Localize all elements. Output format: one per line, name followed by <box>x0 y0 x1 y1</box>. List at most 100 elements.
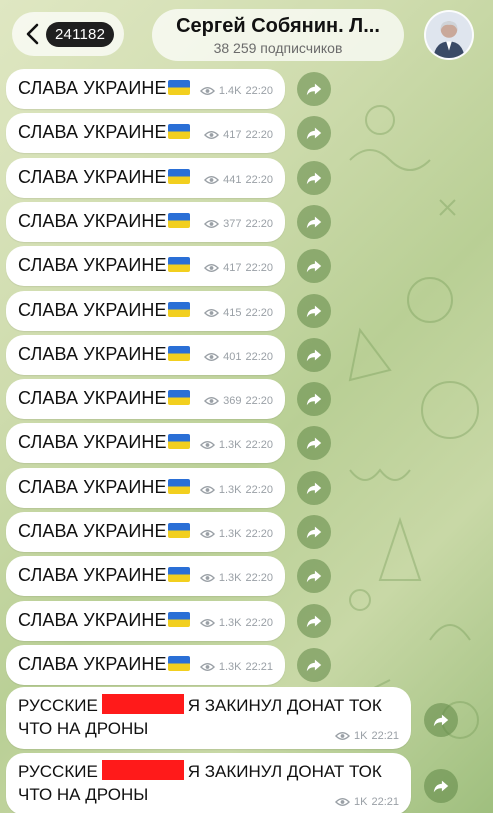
message-bubble-long[interactable]: РУССКИЕ Я ЗАКИНУЛ ДОНАТ ТОК ЧТО НА ДРОНЫ 1K… <box>6 687 411 749</box>
message-time: 22:20 <box>245 85 273 97</box>
channel-title: Сергей Собянин. Л... <box>176 15 380 37</box>
forward-button[interactable] <box>297 249 331 283</box>
message-line-1: РУССКИЕ Я ЗАКИНУЛ ДОНАТ ТОК <box>18 760 382 782</box>
forward-button[interactable] <box>297 559 331 593</box>
ukraine-flag-icon <box>167 302 190 317</box>
share-arrow-icon <box>306 659 322 672</box>
message-text: СЛАВА УКРАИНЕ <box>18 78 190 99</box>
message-bubble[interactable]: СЛАВА УКРАИНЕ 377 22:20 <box>6 202 285 242</box>
forward-button[interactable] <box>297 294 331 328</box>
message-bubble[interactable]: СЛАВА УКРАИНЕ 441 22:20 <box>6 158 285 198</box>
message-text: СЛАВА УКРАИНЕ <box>18 610 190 631</box>
eye-icon <box>335 798 350 806</box>
message-time: 22:20 <box>245 262 273 274</box>
message-bubble[interactable]: СЛАВА УКРАИНЕ 1.3K 22:20 <box>6 468 285 508</box>
message-text: СЛАВА УКРАИНЕ <box>18 167 190 188</box>
message-bubble[interactable]: СЛАВА УКРАИНЕ 1.3K 22:20 <box>6 423 285 463</box>
message-text-content: СЛАВА УКРАИНЕ <box>18 432 167 452</box>
message-text: СЛАВА УКРАИНЕ <box>18 300 190 321</box>
message-bubble-long[interactable]: РУССКИЕ Я ЗАКИНУЛ ДОНАТ ТОК ЧТО НА ДРОНЫ 1K… <box>6 753 411 813</box>
message-bubble[interactable]: СЛАВА УКРАИНЕ 401 22:20 <box>6 335 285 375</box>
message-time: 22:20 <box>245 129 273 141</box>
message-text-start: РУССКИЕ <box>18 762 98 781</box>
message-meta: 441 22:20 <box>204 174 273 186</box>
ukraine-flag-icon <box>167 346 190 361</box>
ukraine-flag-icon <box>167 80 190 95</box>
forward-button[interactable] <box>297 426 331 460</box>
message-text: СЛАВА УКРАИНЕ <box>18 388 190 409</box>
message-bubble[interactable]: СЛАВА УКРАИНЕ 369 22:20 <box>6 379 285 419</box>
message-bubble[interactable]: СЛАВА УКРАИНЕ 415 22:20 <box>6 291 285 331</box>
eye-icon <box>204 176 220 184</box>
forward-button[interactable] <box>297 338 331 372</box>
redaction-block <box>101 760 184 780</box>
message-text-content: СЛАВА УКРАИНЕ <box>18 654 167 674</box>
message-bubble[interactable]: СЛАВА УКРАИНЕ 1.3K 22:20 <box>6 512 285 552</box>
message-meta: 1.3K 22:20 <box>199 528 273 540</box>
share-arrow-icon <box>433 780 449 793</box>
message-bubble[interactable]: СЛАВА УКРАИНЕ 1.3K 22:20 <box>6 556 285 596</box>
share-arrow-icon <box>306 570 322 583</box>
message-time: 22:20 <box>245 572 273 584</box>
message-text: СЛАВА УКРАИНЕ <box>18 344 190 365</box>
view-count: 1.3K <box>218 528 242 540</box>
forward-button[interactable] <box>424 703 458 737</box>
forward-button[interactable] <box>424 769 458 803</box>
message-meta: 1K 22:21 <box>335 730 399 742</box>
eye-icon <box>204 397 220 405</box>
message-meta: 1.3K 22:20 <box>199 617 273 629</box>
message-bubble[interactable]: СЛАВА УКРАИНЕ 417 22:20 <box>6 113 285 153</box>
forward-button[interactable] <box>297 382 331 416</box>
message-text-end: Я ЗАКИНУЛ ДОНАТ ТОК <box>187 762 382 781</box>
forward-button[interactable] <box>297 161 331 195</box>
message-text-content: СЛАВА УКРАИНЕ <box>18 565 167 585</box>
message-line-1: РУССКИЕ Я ЗАКИНУЛ ДОНАТ ТОК <box>18 694 382 716</box>
share-arrow-icon <box>306 83 322 96</box>
message-time: 22:20 <box>245 439 273 451</box>
eye-icon <box>335 732 350 740</box>
view-count: 1K <box>354 796 368 808</box>
message-bubble[interactable]: СЛАВА УКРАИНЕ 1.4K 22:20 <box>6 69 285 109</box>
eye-icon <box>204 353 220 361</box>
message-text-content: СЛАВА УКРАИНЕ <box>18 167 167 187</box>
message-text-content: СЛАВА УКРАИНЕ <box>18 255 167 275</box>
share-arrow-icon <box>306 349 322 362</box>
view-count: 1K <box>354 730 368 742</box>
forward-button[interactable] <box>297 648 331 682</box>
forward-button[interactable] <box>297 515 331 549</box>
eye-icon <box>204 309 220 317</box>
message-meta: 417 22:20 <box>204 129 273 141</box>
message-text-content: СЛАВА УКРАИНЕ <box>18 477 167 497</box>
ukraine-flag-icon <box>167 213 190 228</box>
message-bubble[interactable]: СЛАВА УКРАИНЕ 417 22:20 <box>6 246 285 286</box>
back-button[interactable]: 241182 <box>12 12 124 56</box>
share-arrow-icon <box>306 127 322 140</box>
channel-info[interactable]: Сергей Собянин. Л... 38 259 подписчиков <box>152 9 404 61</box>
forward-button[interactable] <box>297 116 331 150</box>
redaction-block <box>101 694 184 714</box>
eye-icon <box>199 619 215 627</box>
message-meta: 415 22:20 <box>204 307 273 319</box>
message-bubble[interactable]: СЛАВА УКРАИНЕ 1.3K 22:20 <box>6 601 285 641</box>
message-meta: 1K 22:21 <box>335 796 399 808</box>
forward-button[interactable] <box>297 72 331 106</box>
eye-icon <box>199 441 215 449</box>
message-text-content: СЛАВА УКРАИНЕ <box>18 300 167 320</box>
channel-avatar[interactable] <box>424 10 474 60</box>
message-text-content: СЛАВА УКРАИНЕ <box>18 521 167 541</box>
message-text: СЛАВА УКРАИНЕ <box>18 211 190 232</box>
forward-button[interactable] <box>297 205 331 239</box>
message-line-2: ЧТО НА ДРОНЫ <box>18 719 149 738</box>
share-arrow-icon <box>433 714 449 727</box>
message-time: 22:20 <box>245 174 273 186</box>
message-text: СЛАВА УКРАИНЕ <box>18 432 190 453</box>
view-count: 369 <box>223 395 242 407</box>
ukraine-flag-icon <box>167 169 190 184</box>
message-text: СЛАВА УКРАИНЕ <box>18 654 190 675</box>
forward-button[interactable] <box>297 471 331 505</box>
message-text-content: СЛАВА УКРАИНЕ <box>18 388 167 408</box>
forward-button[interactable] <box>297 604 331 638</box>
message-text: СЛАВА УКРАИНЕ <box>18 477 190 498</box>
message-text-content: СЛАВА УКРАИНЕ <box>18 610 167 630</box>
message-bubble[interactable]: СЛАВА УКРАИНЕ 1.3K 22:21 <box>6 645 285 685</box>
